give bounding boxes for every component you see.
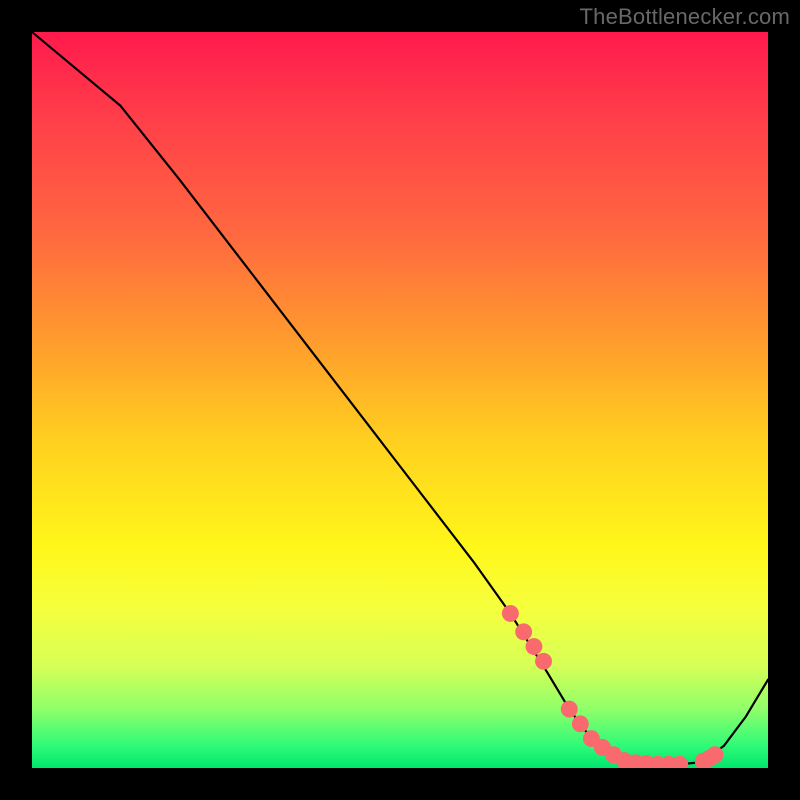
chart-root: TheBottlenecker.com [0,0,800,800]
highlight-dot [561,701,578,718]
highlight-dot [572,715,589,732]
highlight-points [502,605,724,768]
highlight-dot [515,623,532,640]
highlight-dot [502,605,519,622]
plot-area [32,32,768,768]
bottleneck-curve [32,32,768,764]
curve-layer [32,32,768,768]
highlight-dot [535,653,552,670]
attribution-text: TheBottlenecker.com [580,4,790,30]
highlight-dot [525,638,542,655]
highlight-dot [707,746,724,763]
